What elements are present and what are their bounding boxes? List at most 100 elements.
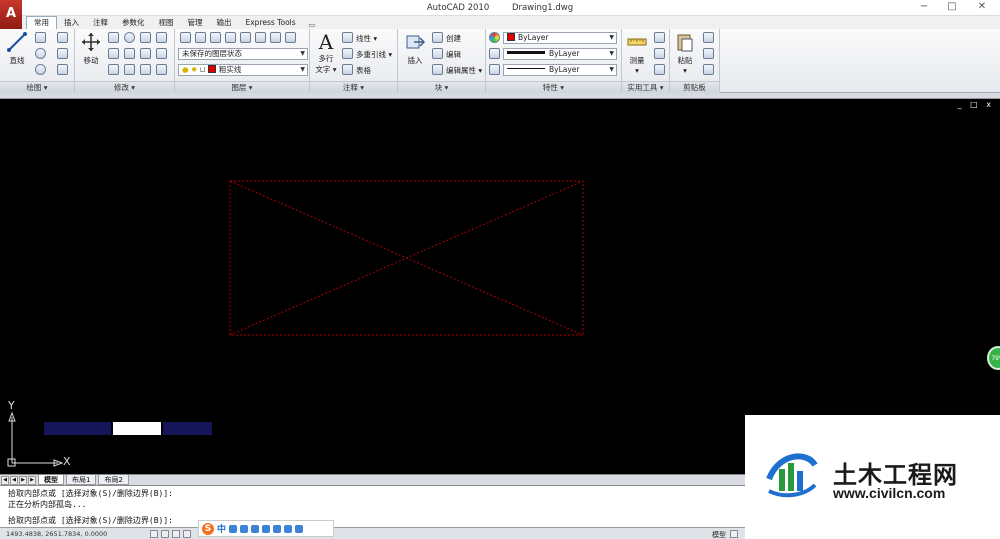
layer-previous-icon[interactable] bbox=[255, 32, 266, 43]
edit-attribute-button[interactable]: 编辑属性 ▾ bbox=[446, 65, 482, 76]
punctuation-icon[interactable] bbox=[229, 524, 238, 533]
sogou-icon[interactable]: S bbox=[202, 522, 214, 535]
move-button[interactable]: 移动 bbox=[78, 31, 104, 66]
user-icon[interactable] bbox=[273, 524, 282, 533]
rotate-icon[interactable] bbox=[124, 32, 135, 43]
erase-icon[interactable] bbox=[108, 64, 119, 75]
edit-block-button[interactable]: 编辑 bbox=[446, 49, 461, 60]
move-label: 移动 bbox=[83, 56, 99, 65]
maximize-button[interactable]: □ bbox=[942, 1, 962, 12]
ime-language-toggle[interactable]: 中 bbox=[217, 522, 226, 535]
microphone-icon[interactable] bbox=[251, 524, 260, 533]
keyboard-icon[interactable] bbox=[262, 524, 271, 533]
explode-icon[interactable] bbox=[140, 64, 151, 75]
layer-state-select[interactable]: 未保存的图层状态 ▼ bbox=[178, 48, 308, 60]
next-tab-button[interactable]: ▶ bbox=[19, 475, 27, 485]
autocad-logo-icon[interactable]: A bbox=[0, 0, 22, 30]
tab-view[interactable]: 视图 bbox=[152, 17, 181, 29]
trim-icon[interactable] bbox=[140, 32, 151, 43]
panel-block-label[interactable]: 块 ▾ bbox=[398, 81, 485, 93]
layer-lock-icon[interactable] bbox=[285, 32, 296, 43]
tab-parametric[interactable]: 参数化 bbox=[115, 17, 152, 29]
layer-properties-icon[interactable] bbox=[180, 32, 191, 43]
annotation-scale-icon[interactable] bbox=[730, 530, 738, 538]
ime-toolbar[interactable]: S 中 bbox=[198, 520, 334, 537]
copy-icon[interactable] bbox=[108, 32, 119, 43]
panel-annotation-label[interactable]: 注释 ▾ bbox=[310, 81, 397, 93]
polyline-icon[interactable] bbox=[35, 32, 46, 43]
command-prompt[interactable]: 拾取内部点或 [选择对象(S)/删除边界(B)]: bbox=[8, 515, 173, 526]
create-block-button[interactable]: 创建 bbox=[446, 33, 461, 44]
layer-off-icon[interactable] bbox=[225, 32, 236, 43]
layer-match-icon[interactable] bbox=[240, 32, 251, 43]
insert-block-button[interactable]: 插入 bbox=[401, 31, 429, 66]
tab-insert[interactable]: 插入 bbox=[57, 17, 86, 29]
chevron-down-icon: ▼ bbox=[609, 66, 614, 73]
scale-icon[interactable] bbox=[156, 48, 167, 59]
layer-walk-icon[interactable] bbox=[270, 32, 281, 43]
model-space-button[interactable]: 模型 bbox=[712, 530, 726, 539]
rectangle-icon[interactable] bbox=[57, 48, 68, 59]
snap-toggle[interactable] bbox=[150, 530, 158, 538]
offset-icon[interactable] bbox=[124, 64, 135, 75]
copy-clip-icon[interactable] bbox=[703, 48, 714, 59]
array-icon[interactable] bbox=[156, 32, 167, 43]
civilcn-logo-icon bbox=[766, 453, 818, 498]
ruler-icon bbox=[627, 38, 647, 46]
layer-freeze-icon[interactable] bbox=[210, 32, 221, 43]
tab-model[interactable]: 模型 bbox=[38, 475, 64, 485]
tab-manage[interactable]: 管理 bbox=[181, 17, 210, 29]
tab-layout2[interactable]: 布局2 bbox=[98, 475, 129, 485]
paste-button[interactable]: 粘贴 ▾ bbox=[673, 31, 697, 75]
arc-undo-icon[interactable] bbox=[57, 32, 68, 43]
measure-label: 测量 bbox=[629, 56, 645, 65]
panel-utilities-label[interactable]: 实用工具 ▾ bbox=[622, 81, 669, 93]
polar-toggle[interactable] bbox=[183, 530, 191, 538]
mleader-button[interactable]: 多重引线 ▾ bbox=[356, 49, 392, 60]
quick-select-icon[interactable] bbox=[654, 32, 665, 43]
lineweight-select[interactable]: ByLayer ▼ bbox=[503, 48, 617, 60]
color-select[interactable]: ByLayer ▼ bbox=[503, 32, 617, 44]
move-icon bbox=[82, 33, 100, 51]
circle-icon[interactable] bbox=[35, 48, 46, 59]
chamfer-icon[interactable] bbox=[156, 64, 167, 75]
tab-output[interactable]: 输出 bbox=[210, 17, 239, 29]
tab-annotate[interactable]: 注释 bbox=[86, 17, 115, 29]
close-button[interactable]: ✕ bbox=[972, 1, 992, 12]
last-tab-button[interactable]: ▶ bbox=[28, 475, 36, 485]
minimize-button[interactable]: − bbox=[914, 1, 934, 12]
toolbox-icon[interactable] bbox=[295, 524, 304, 533]
grid-toggle[interactable] bbox=[161, 530, 169, 538]
emoji-icon[interactable] bbox=[240, 524, 249, 533]
linetype-select[interactable]: ByLayer ▼ bbox=[503, 64, 617, 76]
skin-icon[interactable] bbox=[284, 524, 293, 533]
panel-modify-label[interactable]: 修改 ▾ bbox=[75, 81, 174, 93]
panel-draw-label[interactable]: 绘图 ▾ bbox=[0, 81, 74, 93]
layer-isolate-icon[interactable] bbox=[195, 32, 206, 43]
tab-home[interactable]: 常用 bbox=[26, 16, 57, 29]
mtext-button[interactable]: A 多行 文字 ▾ bbox=[313, 31, 339, 75]
ribbon-toggle-icon[interactable]: ▭ bbox=[309, 21, 316, 29]
hatch-icon[interactable] bbox=[57, 64, 68, 75]
match-properties-icon[interactable] bbox=[703, 64, 714, 75]
tab-express-tools[interactable]: Express Tools bbox=[239, 17, 303, 29]
panel-properties-label[interactable]: 特性 ▾ bbox=[486, 81, 621, 93]
cut-icon[interactable] bbox=[703, 32, 714, 43]
panel-layer-label[interactable]: 图层 ▾ bbox=[175, 81, 309, 93]
mirror-icon[interactable] bbox=[108, 48, 119, 59]
ortho-toggle[interactable] bbox=[172, 530, 180, 538]
measure-button[interactable]: 测量 ▾ bbox=[624, 31, 650, 75]
line-button[interactable]: 直线 bbox=[4, 31, 30, 66]
ellipse-icon[interactable] bbox=[35, 64, 46, 75]
stretch-icon[interactable] bbox=[140, 48, 151, 59]
linear-dimension-button[interactable]: 线性 ▾ bbox=[356, 33, 377, 44]
prev-tab-button[interactable]: ◀ bbox=[10, 475, 18, 485]
tab-layout1[interactable]: 布局1 bbox=[66, 475, 97, 485]
first-tab-button[interactable]: ◀ bbox=[1, 475, 9, 485]
fillet-icon[interactable] bbox=[124, 48, 135, 59]
calculator-icon[interactable] bbox=[654, 64, 665, 75]
layer-select[interactable]: ● ✹ ⊔ 粗实线 ▼ bbox=[178, 64, 308, 76]
select-all-icon[interactable] bbox=[654, 48, 665, 59]
panel-clipboard-label[interactable]: 剪贴板 bbox=[670, 81, 719, 93]
table-button[interactable]: 表格 bbox=[356, 65, 371, 76]
